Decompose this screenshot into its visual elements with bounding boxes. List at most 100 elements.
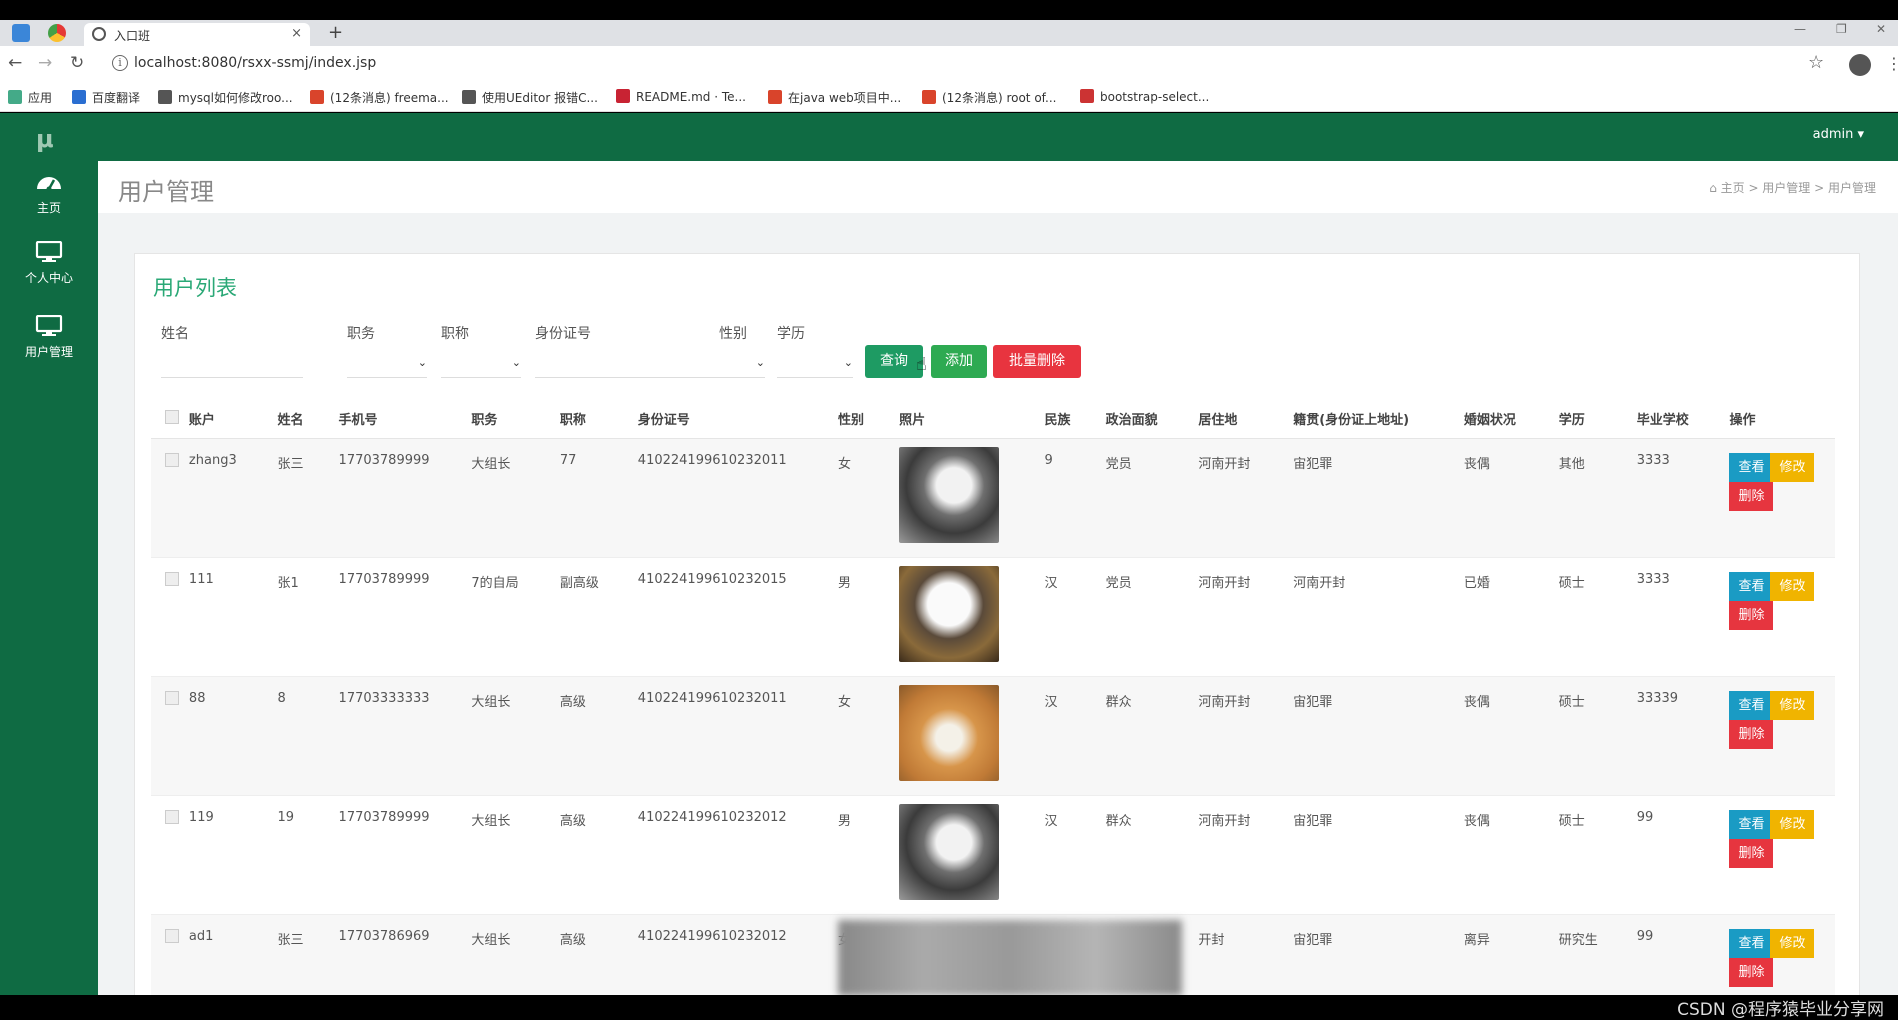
new-tab-button[interactable]: +: [328, 22, 343, 43]
row-checkbox[interactable]: [165, 690, 179, 705]
bookmark-star-icon[interactable]: ☆: [1808, 52, 1824, 73]
tab-close-icon[interactable]: ×: [291, 26, 302, 41]
add-button[interactable]: 添加: [931, 345, 987, 378]
delete-button[interactable]: 删除: [1729, 600, 1774, 630]
cell-origin: 河南开封: [1293, 557, 1464, 677]
cell-gender: 男: [838, 795, 900, 915]
edit-button[interactable]: 修改: [1770, 809, 1815, 839]
user-photo-cat: [899, 565, 1000, 662]
edit-button[interactable]: 修改: [1770, 690, 1815, 720]
breadcrumb: ⌂ 主页 > 用户管理 > 用户管理: [1709, 179, 1876, 196]
breadcrumb-text[interactable]: 主页 > 用户管理 > 用户管理: [1721, 181, 1876, 195]
chrome-tab-icon[interactable]: [48, 24, 66, 42]
name-input[interactable]: [161, 354, 303, 378]
table-row: zhang3 张三 17703789999 大组长 77 4102241996102320…: [151, 438, 1835, 558]
menu-kebab-icon[interactable]: ⋮: [1886, 54, 1898, 73]
bookmark-favicon-icon: [310, 90, 324, 104]
sidebar-item-home[interactable]: 主页: [0, 171, 98, 216]
blurred-region: [838, 920, 1182, 996]
column-header: 职务: [471, 400, 560, 439]
user-photo-shiba: [899, 684, 1000, 781]
cell-politics: 党员: [1105, 557, 1199, 677]
bookmark-favicon-icon: [72, 90, 86, 104]
watermark: CSDN @程序猿毕业分享网: [1677, 1000, 1884, 1020]
delete-button[interactable]: 删除: [1729, 957, 1774, 987]
view-button[interactable]: 查看: [1729, 452, 1774, 482]
column-header: 操作: [1729, 400, 1835, 439]
view-button[interactable]: 查看: [1729, 571, 1774, 601]
table-header-row: 账户 姓名 手机号 职务 职称 身份证号 性别 照片 民族 政治面貌 居住地 籍贯(身份证上地址) 婚姻…: [151, 400, 1835, 439]
cell-ethnicity: 汉: [1044, 795, 1106, 915]
cell-politics: 群众: [1105, 676, 1199, 796]
column-header: 居住地: [1198, 400, 1294, 439]
column-header: 姓名: [277, 400, 339, 439]
monitor-icon: [35, 241, 63, 262]
cell-origin: 宙犯罪: [1293, 795, 1464, 915]
cell-idcard: 410224199610232011: [637, 676, 839, 796]
column-header: 性别: [838, 400, 900, 439]
duty-select[interactable]: ⌄: [347, 354, 427, 378]
edit-button[interactable]: 修改: [1770, 452, 1815, 482]
query-button[interactable]: 查询: [865, 345, 923, 378]
title-select[interactable]: ⌄: [441, 354, 521, 378]
select-all-checkbox[interactable]: [165, 409, 179, 424]
sidebar-item-profile[interactable]: 个人中心: [0, 241, 98, 286]
education-select[interactable]: ⌄: [777, 354, 853, 378]
idcard-select[interactable]: ⌄: [535, 354, 765, 378]
row-checkbox[interactable]: [165, 809, 179, 824]
cell-account: 88: [188, 676, 278, 796]
view-button[interactable]: 查看: [1729, 809, 1774, 839]
cell-account: zhang3: [188, 438, 278, 558]
info-icon[interactable]: i: [112, 55, 128, 71]
row-checkbox[interactable]: [165, 571, 179, 586]
delete-button[interactable]: 删除: [1729, 838, 1774, 868]
bookmark-item[interactable]: 使用UEditor 报错C...: [462, 89, 598, 106]
row-checkbox[interactable]: [165, 928, 179, 943]
view-button[interactable]: 查看: [1729, 928, 1774, 958]
forward-icon[interactable]: →: [38, 53, 52, 73]
cell-education: 硕士: [1558, 676, 1637, 796]
delete-button[interactable]: 删除: [1729, 481, 1774, 511]
reload-icon[interactable]: ↻: [70, 53, 84, 73]
mail-tab-icon[interactable]: [12, 24, 30, 42]
chevron-down-icon: ⌄: [417, 356, 427, 369]
bookmark-label: bootstrap-select...: [1100, 90, 1210, 104]
delete-button[interactable]: 删除: [1729, 719, 1774, 749]
bookmark-item[interactable]: 应用: [8, 89, 52, 106]
edit-button[interactable]: 修改: [1770, 571, 1815, 601]
bookmark-item[interactable]: mysql如何修改roo...: [158, 89, 293, 106]
sidebar-item-users[interactable]: 用户管理: [0, 315, 98, 360]
close-window-icon[interactable]: ✕: [1876, 22, 1886, 36]
cell-marital: 丧偶: [1463, 795, 1559, 915]
user-menu[interactable]: admin ▾: [1813, 127, 1864, 142]
tab-title: 入口班: [114, 29, 151, 43]
edit-button[interactable]: 修改: [1770, 928, 1815, 958]
profile-avatar-icon[interactable]: [1849, 54, 1871, 76]
bookmark-item[interactable]: (12条消息) root of...: [922, 89, 1056, 106]
bookmark-label: (12条消息) root of...: [942, 91, 1057, 105]
cell-ethnicity: 汉: [1044, 676, 1106, 796]
cell-origin: 宙犯罪: [1293, 676, 1464, 796]
minimize-icon[interactable]: —: [1794, 22, 1806, 36]
bookmark-item[interactable]: 百度翻译: [72, 89, 140, 106]
cell-politics: 党员: [1105, 438, 1199, 558]
cell-gender: 女: [838, 676, 900, 796]
row-checkbox[interactable]: [165, 452, 179, 467]
back-icon[interactable]: ←: [8, 53, 22, 73]
bulk-delete-button[interactable]: 批量删除: [993, 345, 1081, 378]
filter-label-gender: 性别: [719, 326, 747, 342]
browser-tab-strip: 入口班 × + — ❐ ✕: [0, 20, 1898, 46]
maximize-icon[interactable]: ❐: [1836, 22, 1847, 36]
bookmark-item[interactable]: 在java web项目中...: [768, 89, 901, 106]
filter-label-education: 学历: [777, 326, 805, 342]
user-list-panel: 用户列表 姓名 职务 ⌄ 职称 ⌄ 身份证号 ⌄ 性别 学历 ⌄ 查询 添加 批…: [134, 253, 1860, 1020]
address-bar[interactable]: localhost:8080/rsxx-ssmj/index.jsp: [134, 55, 376, 71]
view-button[interactable]: 查看: [1729, 690, 1774, 720]
table-row: 111 张1 17703789999 7的自局 副高级 41022419961023201…: [151, 557, 1835, 677]
cell-idcard: 410224199610232012: [637, 795, 839, 915]
bookmark-item[interactable]: (12条消息) freema...: [310, 89, 449, 106]
bookmark-item[interactable]: README.md · Te...: [616, 89, 746, 104]
bookmark-item[interactable]: bootstrap-select...: [1080, 89, 1209, 104]
browser-tab-active[interactable]: 入口班 ×: [84, 23, 310, 46]
cell-duty: 大组长: [471, 438, 560, 558]
